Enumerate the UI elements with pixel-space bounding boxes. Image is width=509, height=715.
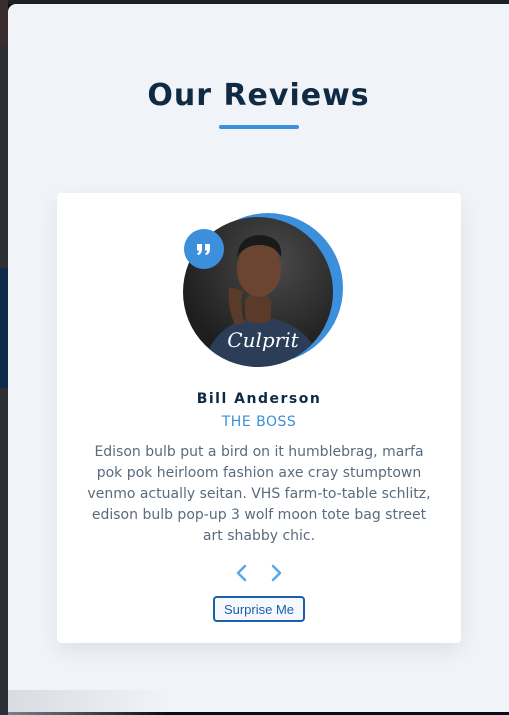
review-card: Culprit Bill Anderson THE BOSS Edison bu… <box>57 193 461 643</box>
chevron-left-icon <box>236 564 247 582</box>
prev-review-button[interactable] <box>231 562 251 584</box>
review-text: Edison bulb put a bird on it humblebrag,… <box>87 444 431 544</box>
reviewer-role: THE BOSS <box>221 414 297 430</box>
title-underline <box>219 125 299 129</box>
next-review-button[interactable] <box>267 562 287 584</box>
surprise-me-button[interactable]: Surprise Me <box>213 596 305 622</box>
chevron-right-icon <box>271 564 282 582</box>
reviews-window: Our Reviews Culprit Bill Anderson THE BO… <box>8 4 509 712</box>
avatar-container: Culprit <box>183 213 343 373</box>
shirt-text: Culprit <box>227 328 299 352</box>
window-corner-shadow <box>8 690 168 715</box>
reviewer-name: Bill Anderson <box>196 391 322 407</box>
background-window-block <box>0 0 8 46</box>
background-window-edge <box>0 0 8 715</box>
review-navigation <box>57 562 461 584</box>
page-title: Our Reviews <box>147 78 370 113</box>
quote-icon <box>197 244 210 255</box>
quote-badge <box>184 229 224 269</box>
background-window-block <box>0 268 8 388</box>
